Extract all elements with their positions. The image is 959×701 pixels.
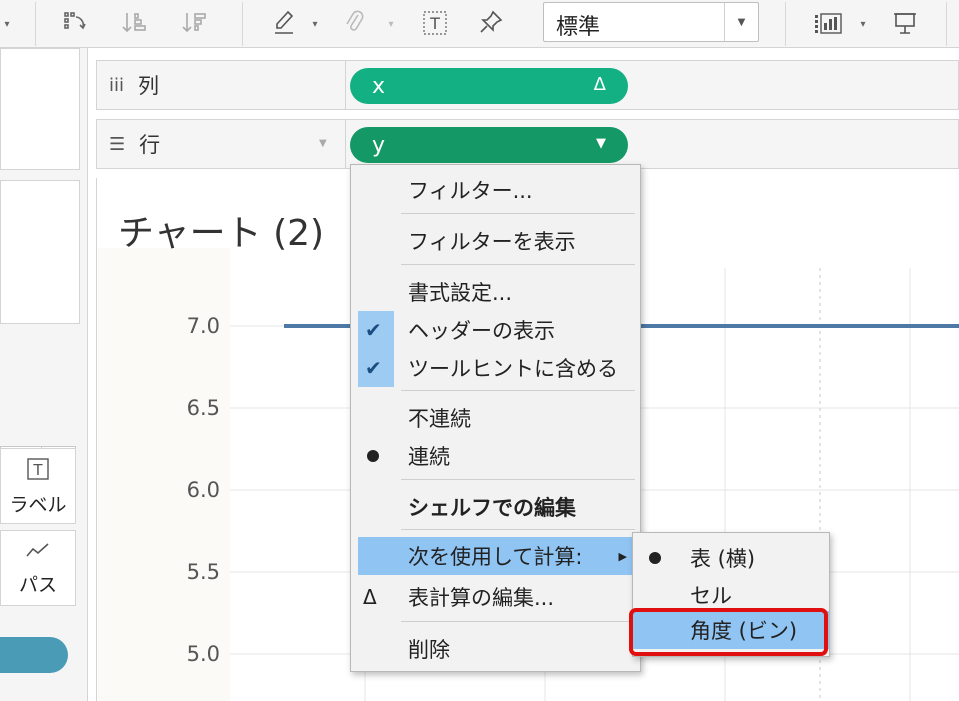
path-mark-text: パス <box>18 573 57 596</box>
menu-item-edit-table-calc[interactable]: Δ 表計算の編集... <box>351 578 640 616</box>
label-mark-button[interactable]: T ラベル <box>0 448 76 524</box>
filters-card <box>0 180 80 324</box>
show-me-icon[interactable] <box>808 6 848 40</box>
text-label-icon[interactable]: T <box>420 8 450 38</box>
dropdown-arrow-icon[interactable]: ▾ <box>0 14 14 34</box>
sort-ascending-icon[interactable] <box>118 6 152 40</box>
pill-dropdown-icon[interactable]: ▼ <box>596 136 606 151</box>
left-pane: ▼ T ラベル パス <box>0 48 88 701</box>
fit-select-value: 標準 <box>556 15 601 40</box>
y-tick-label: 6.0 <box>186 478 220 502</box>
menu-item-edit-in-shelf[interactable]: シェルフでの編集 <box>351 488 640 526</box>
swap-icon[interactable] <box>58 6 92 40</box>
chevron-down-icon[interactable]: ▼ <box>724 3 758 41</box>
check-icon: ✔ <box>365 356 382 380</box>
show-me-dropdown-icon[interactable]: ▾ <box>856 14 870 34</box>
y-tick-label: 5.5 <box>186 560 220 584</box>
columns-pill-label: x <box>372 73 386 99</box>
rows-pill-label: y <box>372 132 386 158</box>
rows-icon: ☰ <box>109 133 126 155</box>
rows-pill-y[interactable]: y ▼ <box>350 127 628 163</box>
rows-dropdown-icon[interactable]: ▼ <box>319 138 327 149</box>
y-tick-label: 6.5 <box>186 396 220 420</box>
label-mark-text: ラベル <box>9 493 67 516</box>
columns-pill-x[interactable]: x Δ <box>350 68 628 104</box>
columns-icon: iii <box>109 74 125 96</box>
label-icon: T <box>27 457 49 480</box>
menu-item-compute-using[interactable]: 次を使用して計算: ▶ <box>358 537 635 575</box>
pages-card <box>0 48 80 170</box>
delta-icon: Δ <box>363 585 377 609</box>
menu-item-format[interactable]: 書式設定... <box>351 273 640 311</box>
paperclip-icon[interactable] <box>340 6 370 40</box>
check-icon: ✔ <box>365 318 382 342</box>
y-tick-label: 7.0 <box>186 314 220 338</box>
rows-label: 行 <box>139 133 161 157</box>
path-icon <box>26 542 49 557</box>
y-tick-label: 5.0 <box>186 642 220 666</box>
field-pill[interactable] <box>0 637 68 673</box>
submenu-item-table-across[interactable]: 表 (横) <box>633 539 829 577</box>
menu-item-discrete[interactable]: 不連続 <box>351 399 640 437</box>
sort-descending-icon[interactable] <box>178 6 212 40</box>
menu-item-show-header[interactable]: ✔ ヘッダーの表示 <box>351 311 640 349</box>
menu-item-filter[interactable]: フィルター... <box>351 171 640 209</box>
toolbar: ▾ ▾ ▾ T 標準 ▼ ▾ <box>0 0 959 48</box>
menu-item-continuous[interactable]: 連続 <box>351 437 640 475</box>
presentation-icon[interactable] <box>888 6 922 40</box>
menu-item-include-tooltip[interactable]: ✔ ツールヒントに含める <box>351 349 640 387</box>
highlight-annotation-box <box>629 608 828 656</box>
menu-item-show-filter[interactable]: フィルターを表示 <box>351 222 640 260</box>
paperclip-dropdown-icon[interactable]: ▾ <box>384 14 398 34</box>
delta-icon: Δ <box>593 74 606 95</box>
pin-icon[interactable] <box>476 6 506 40</box>
radio-bullet-icon <box>649 552 661 564</box>
radio-bullet-icon <box>367 450 379 462</box>
menu-item-remove[interactable]: 削除 <box>351 630 640 668</box>
columns-label: 列 <box>138 74 160 98</box>
svg-text:T: T <box>429 14 440 33</box>
fit-select[interactable]: 標準 ▼ <box>543 2 759 42</box>
submenu-arrow-icon: ▶ <box>618 549 627 563</box>
path-mark-button[interactable]: パス <box>0 530 76 606</box>
highlight-dropdown-icon[interactable]: ▾ <box>308 14 322 34</box>
svg-text:T: T <box>32 461 43 479</box>
highlight-pen-icon[interactable] <box>268 6 300 40</box>
context-menu: フィルター... フィルターを表示 書式設定... ✔ ヘッダーの表示 ✔ ツー… <box>350 164 641 672</box>
